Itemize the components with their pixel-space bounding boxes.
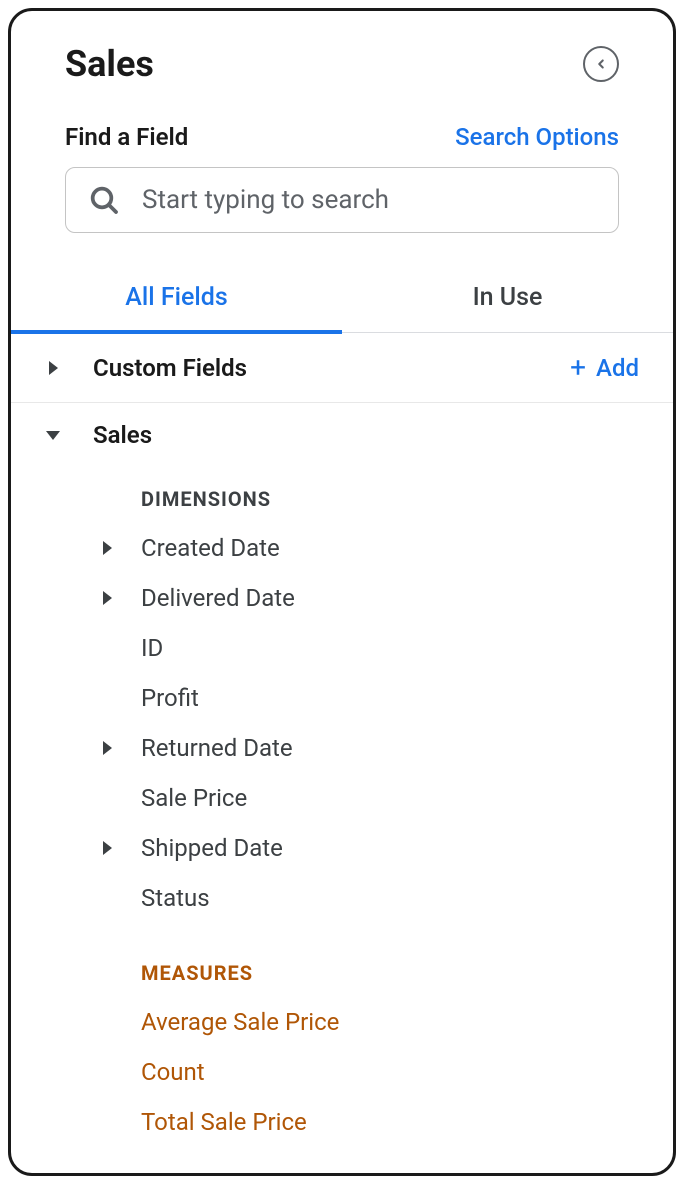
section-label: Sales — [93, 421, 639, 449]
measure-field[interactable]: Count — [11, 1047, 673, 1097]
field-label: Status — [141, 884, 210, 912]
measure-field[interactable]: Total Sale Price — [11, 1097, 673, 1147]
expand-arrow — [99, 541, 115, 555]
section-custom-fields[interactable]: Custom Fields + Add — [11, 333, 673, 403]
tab-in-use[interactable]: In Use — [342, 263, 673, 332]
find-field-label: Find a Field — [65, 123, 188, 151]
triangle-right-icon — [103, 591, 112, 605]
measures-header: MEASURES — [11, 923, 673, 997]
dimension-field[interactable]: Sale Price — [11, 773, 673, 823]
collapse-button[interactable] — [583, 46, 619, 82]
tabs: All Fields In Use — [11, 263, 673, 333]
triangle-right-icon — [103, 741, 112, 755]
dimensions-header: DIMENSIONS — [11, 467, 673, 523]
field-picker-panel: Sales Find a Field Search Options All Fi… — [8, 8, 676, 1176]
field-label: Sale Price — [141, 784, 247, 812]
dimension-field[interactable]: ID — [11, 623, 673, 673]
dimension-field[interactable]: Shipped Date — [11, 823, 673, 873]
dimension-field[interactable]: Returned Date — [11, 723, 673, 773]
triangle-right-icon — [49, 361, 58, 375]
field-label: Count — [141, 1058, 205, 1086]
expand-arrow — [99, 841, 115, 855]
expand-arrow — [99, 741, 115, 755]
panel-header: Sales — [11, 11, 673, 105]
measure-field[interactable]: Average Sale Price — [11, 997, 673, 1047]
triangle-down-icon — [46, 431, 60, 440]
dimension-field[interactable]: Profit — [11, 673, 673, 723]
triangle-right-icon — [103, 541, 112, 555]
plus-icon: + — [570, 351, 586, 384]
dimension-field[interactable]: Delivered Date — [11, 573, 673, 623]
tab-all-fields[interactable]: All Fields — [11, 263, 342, 332]
search-section: Find a Field Search Options — [11, 105, 673, 263]
field-label: Delivered Date — [141, 584, 295, 612]
field-label: Total Sale Price — [141, 1108, 307, 1136]
add-label: Add — [596, 354, 639, 382]
field-label: Created Date — [141, 534, 280, 562]
field-label: Average Sale Price — [141, 1008, 339, 1036]
section-label: Custom Fields — [93, 354, 570, 382]
search-box[interactable] — [65, 167, 619, 233]
expand-arrow — [45, 431, 61, 440]
add-custom-field-button[interactable]: + Add — [570, 351, 639, 384]
dimension-field[interactable]: Status — [11, 873, 673, 923]
field-label: ID — [141, 634, 163, 662]
field-label: Returned Date — [141, 734, 293, 762]
dimension-field[interactable]: Created Date — [11, 523, 673, 573]
search-options-link[interactable]: Search Options — [455, 123, 619, 151]
measures-list: Average Sale Price Count Total Sale Price — [11, 997, 673, 1147]
panel-title: Sales — [65, 43, 154, 85]
section-sales[interactable]: Sales — [11, 403, 673, 467]
triangle-right-icon — [103, 841, 112, 855]
search-icon — [88, 184, 120, 216]
search-labels: Find a Field Search Options — [65, 123, 619, 151]
expand-arrow — [99, 591, 115, 605]
expand-arrow — [45, 361, 61, 375]
field-label: Shipped Date — [141, 834, 283, 862]
field-label: Profit — [141, 684, 199, 712]
dimensions-list: Created Date Delivered Date ID Profit Return… — [11, 523, 673, 923]
search-input[interactable] — [142, 185, 596, 215]
chevron-left-icon — [594, 57, 608, 71]
